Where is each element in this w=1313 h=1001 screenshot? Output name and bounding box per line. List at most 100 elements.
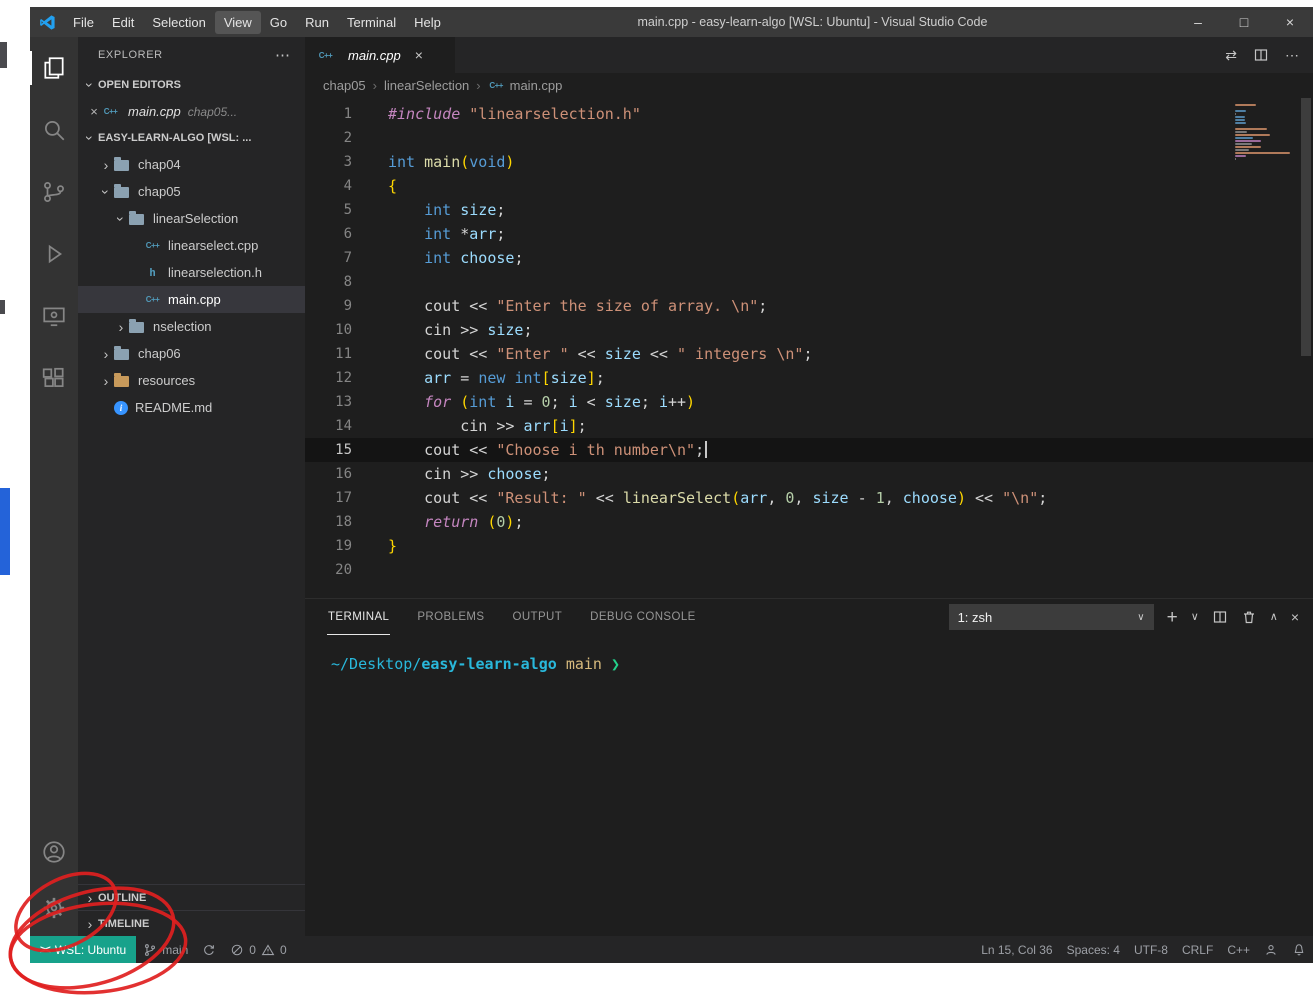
activitybar-extensions[interactable] <box>30 347 78 409</box>
chevron-icon: › <box>87 889 93 906</box>
status-item-c-[interactable]: C++ <box>1220 936 1257 963</box>
vscode-logo-icon[interactable] <box>30 14 64 31</box>
timeline-section-header[interactable]: › TIMELINE <box>78 910 305 936</box>
minimap-line <box>1235 155 1247 157</box>
tab-main-cpp[interactable]: C++ main.cpp × <box>305 37 455 73</box>
notifications-button[interactable] <box>1285 936 1313 963</box>
code-line-11[interactable]: 11 cout << "Enter " << size << " integer… <box>305 342 1313 366</box>
code-line-6[interactable]: 6 int *arr; <box>305 222 1313 246</box>
maximize-button[interactable]: □ <box>1221 7 1267 37</box>
remote-indicator[interactable]: >< WSL: Ubuntu <box>30 936 137 963</box>
project-section-header[interactable]: › EASY-LEARN-ALGO [WSL: ... <box>78 125 305 151</box>
chevron-up-icon[interactable]: ∧ <box>1270 611 1278 623</box>
panel-tab-terminal[interactable]: TERMINAL <box>327 599 391 635</box>
chevron-down-icon[interactable]: ∨ <box>1191 611 1199 623</box>
more-actions-icon[interactable]: ⋯ <box>275 46 291 64</box>
problems-indicator[interactable]: 0 0 <box>223 936 293 963</box>
feedback-button[interactable] <box>1257 936 1285 963</box>
tree-item-main.cpp[interactable]: C++ main.cpp <box>78 286 305 313</box>
code-line-14[interactable]: 14 cin >> arr[i]; <box>305 414 1313 438</box>
code-line-13[interactable]: 13 for (int i = 0; i < size; i++) <box>305 390 1313 414</box>
new-terminal-icon[interactable]: + <box>1167 608 1178 627</box>
minimize-button[interactable]: – <box>1175 7 1221 37</box>
close-icon[interactable]: × <box>415 47 423 63</box>
open-changes-icon[interactable]: ⇄ <box>1225 47 1237 64</box>
panel-tab-debug-console[interactable]: DEBUG CONSOLE <box>589 599 697 635</box>
terminal[interactable]: ~/Desktop/easy-learn-algo main ❯ <box>305 635 1313 936</box>
minimap-line <box>1235 143 1252 145</box>
code-line-18[interactable]: 18 return (0); <box>305 510 1313 534</box>
source-control-icon <box>44 182 64 202</box>
window-controls: – □ × <box>1175 7 1313 37</box>
activitybar-run-and-debug[interactable] <box>30 223 78 285</box>
panel-tab-output[interactable]: OUTPUT <box>511 599 563 635</box>
tree-item-resources[interactable]: › resources <box>78 367 305 394</box>
status-item-crlf[interactable]: CRLF <box>1175 936 1220 963</box>
code-line-2[interactable]: 2 <box>305 126 1313 150</box>
code-line-9[interactable]: 9 cout << "Enter the size of array. \n"; <box>305 294 1313 318</box>
code-line-7[interactable]: 7 int choose; <box>305 246 1313 270</box>
code-line-1[interactable]: 1 #include "linearselection.h" <box>305 102 1313 126</box>
breadcrumb-item[interactable]: chap05 <box>323 78 366 93</box>
menu-view[interactable]: View <box>214 10 261 34</box>
editor-scrollbar[interactable] <box>1301 98 1311 356</box>
tree-item-linearSelection[interactable]: › linearSelection <box>78 205 305 232</box>
line-number: 16 <box>335 466 352 482</box>
activitybar-remote-explorer[interactable] <box>30 285 78 347</box>
menu-terminal[interactable]: Terminal <box>338 11 405 34</box>
status-item-utf-8[interactable]: UTF-8 <box>1127 936 1175 963</box>
line-number: 6 <box>343 226 352 242</box>
tree-item-README.md[interactable]: i README.md <box>78 394 305 421</box>
tree-item-chap05[interactable]: › chap05 <box>78 178 305 205</box>
chevron-icon: › <box>87 915 93 932</box>
close-panel-icon[interactable]: × <box>1291 610 1299 624</box>
breadcrumb-item[interactable]: main.cpp <box>510 78 563 93</box>
status-item-ln-15-col-36[interactable]: Ln 15, Col 36 <box>974 936 1059 963</box>
code-line-10[interactable]: 10 cin >> size; <box>305 318 1313 342</box>
accounts-button[interactable] <box>30 824 78 880</box>
manage-button[interactable] <box>30 880 78 936</box>
code-line-3[interactable]: 3 int main(void) <box>305 150 1313 174</box>
split-terminal-icon[interactable] <box>1212 609 1228 625</box>
code-line-8[interactable]: 8 <box>305 270 1313 294</box>
code-line-20[interactable]: 20 <box>305 558 1313 582</box>
code-line-17[interactable]: 17 cout << "Result: " << linearSelect(ar… <box>305 486 1313 510</box>
panel-tab-problems[interactable]: PROBLEMS <box>416 599 485 635</box>
terminal-shell-select[interactable]: 1: zsh ∨ <box>948 604 1154 630</box>
code-line-19[interactable]: 19} <box>305 534 1313 558</box>
menu-edit[interactable]: Edit <box>103 11 143 34</box>
menu-help[interactable]: Help <box>405 11 450 34</box>
open-editor-label: main.cpp <box>128 104 181 119</box>
menu-go[interactable]: Go <box>261 11 296 34</box>
tree-item-chap04[interactable]: › chap04 <box>78 151 305 178</box>
close-button[interactable]: × <box>1267 7 1313 37</box>
close-icon[interactable]: × <box>86 104 102 119</box>
activitybar-explorer[interactable] <box>30 37 78 99</box>
trash-icon[interactable] <box>1241 609 1257 625</box>
open-editor-item[interactable]: × C++ main.cpp chap05... <box>78 98 305 125</box>
menu-run[interactable]: Run <box>296 11 338 34</box>
breadcrumb-item[interactable]: linearSelection <box>384 78 469 93</box>
activitybar-search[interactable] <box>30 99 78 161</box>
code-line-4[interactable]: 4{ <box>305 174 1313 198</box>
branch-indicator[interactable]: main <box>136 936 195 963</box>
outline-section-header[interactable]: › OUTLINE <box>78 884 305 910</box>
tree-item-linearselect.cpp[interactable]: C++ linearselect.cpp <box>78 232 305 259</box>
tree-item-linearselection.h[interactable]: h linearselection.h <box>78 259 305 286</box>
code-line-5[interactable]: 5 int size; <box>305 198 1313 222</box>
status-item-spaces-4[interactable]: Spaces: 4 <box>1060 936 1127 963</box>
menu-selection[interactable]: Selection <box>143 11 214 34</box>
menu-file[interactable]: File <box>64 11 103 34</box>
split-editor-icon[interactable] <box>1253 47 1269 63</box>
tree-item-nselection[interactable]: › nselection <box>78 313 305 340</box>
editor[interactable]: 1 #include "linearselection.h" 2 3 int main(… <box>305 98 1313 598</box>
activitybar-source-control[interactable] <box>30 161 78 223</box>
open-editors-header[interactable]: › OPEN EDITORS <box>78 72 305 98</box>
code-line-12[interactable]: 12 arr = new int[size]; <box>305 366 1313 390</box>
more-actions-icon[interactable]: ⋯ <box>1285 47 1299 64</box>
code-line-15[interactable]: 15 cout << "Choose i th number\n"; <box>305 438 1313 462</box>
code-line-16[interactable]: 16 cin >> choose; <box>305 462 1313 486</box>
minimap[interactable] <box>1235 104 1295 164</box>
tree-item-chap06[interactable]: › chap06 <box>78 340 305 367</box>
sync-indicator[interactable] <box>195 936 223 963</box>
